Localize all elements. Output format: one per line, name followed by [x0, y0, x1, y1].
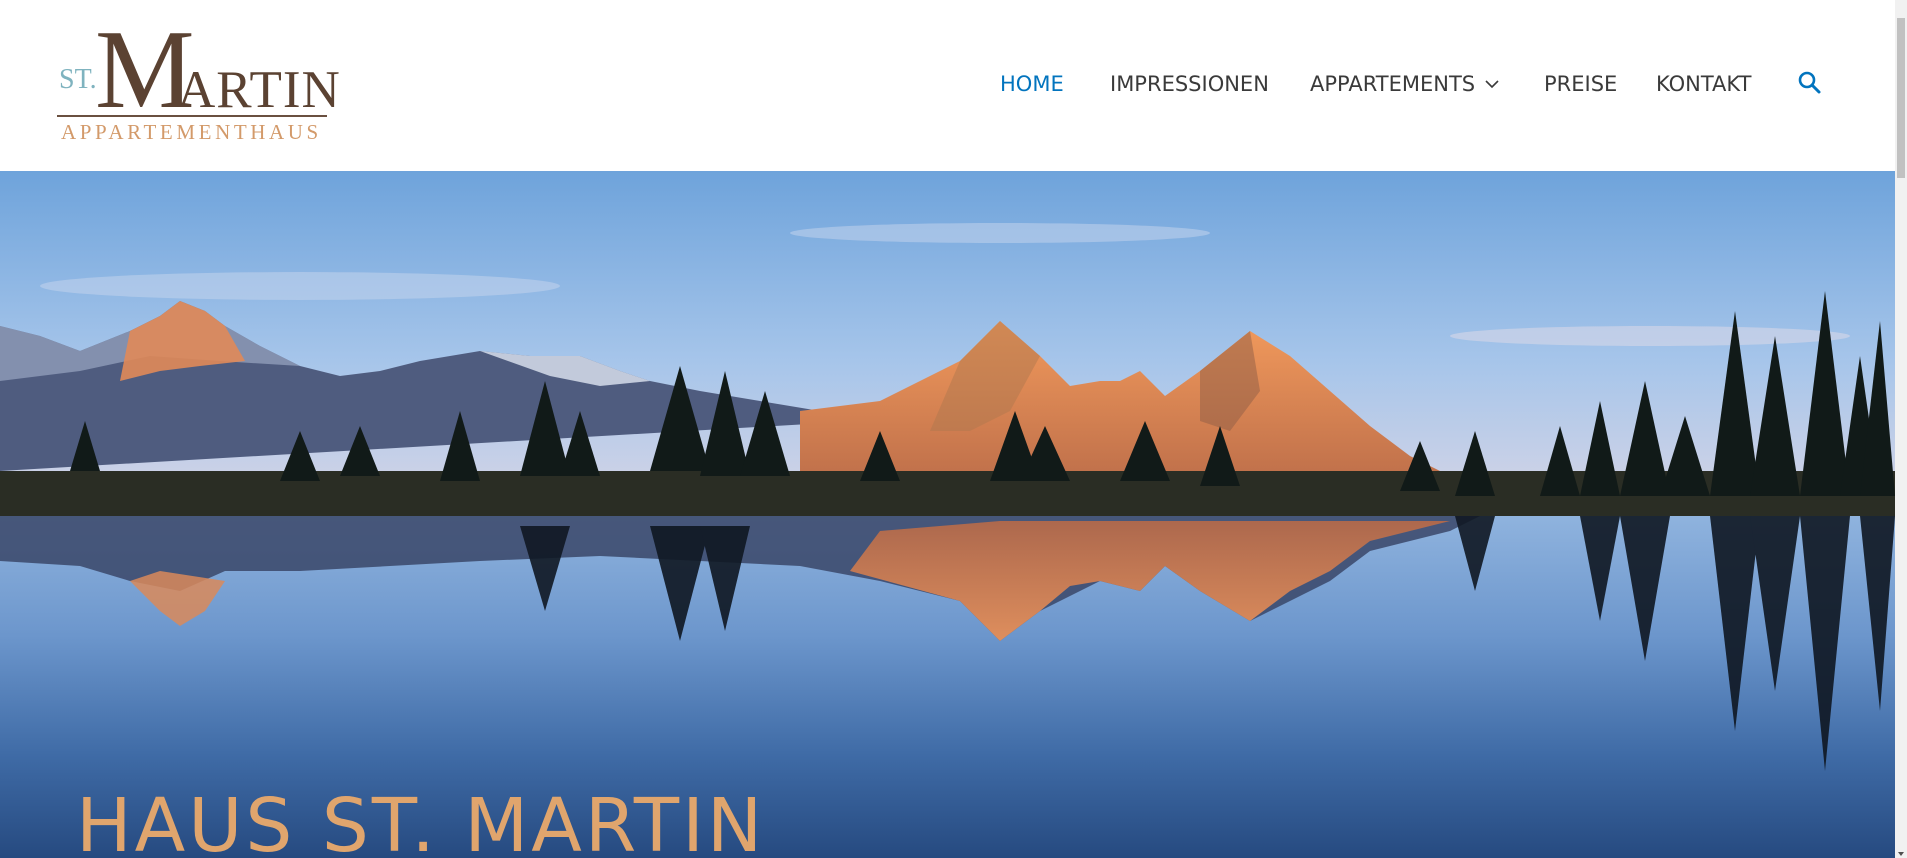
nav-item-impressionen[interactable]: IMPRESSIONEN [1110, 70, 1269, 98]
nav-item-preise[interactable]: PREISE [1544, 70, 1617, 98]
scroll-down-arrow-icon[interactable] [1898, 852, 1904, 856]
chevron-down-icon[interactable] [1484, 76, 1500, 92]
main-navigation: HOME IMPRESSIONEN APPARTEMENTS PREISE KO… [0, 0, 1895, 171]
scrollbar-thumb[interactable] [1897, 18, 1905, 178]
nav-item-home[interactable]: HOME [1000, 70, 1064, 98]
hero-title: HAUS ST. MARTIN [76, 783, 766, 858]
nav-item-appartements[interactable]: APPARTEMENTS [1310, 70, 1475, 98]
nav-item-kontakt[interactable]: KONTAKT [1656, 70, 1751, 98]
hero-banner: HAUS ST. MARTIN [0, 171, 1895, 858]
site-header: ST. M ARTIN APPARTEMENTHAUS HOME IMPRESS… [0, 0, 1895, 171]
search-icon[interactable] [1797, 70, 1823, 96]
hero-landscape-image [0, 171, 1895, 858]
page-scrollbar[interactable] [1895, 0, 1907, 858]
